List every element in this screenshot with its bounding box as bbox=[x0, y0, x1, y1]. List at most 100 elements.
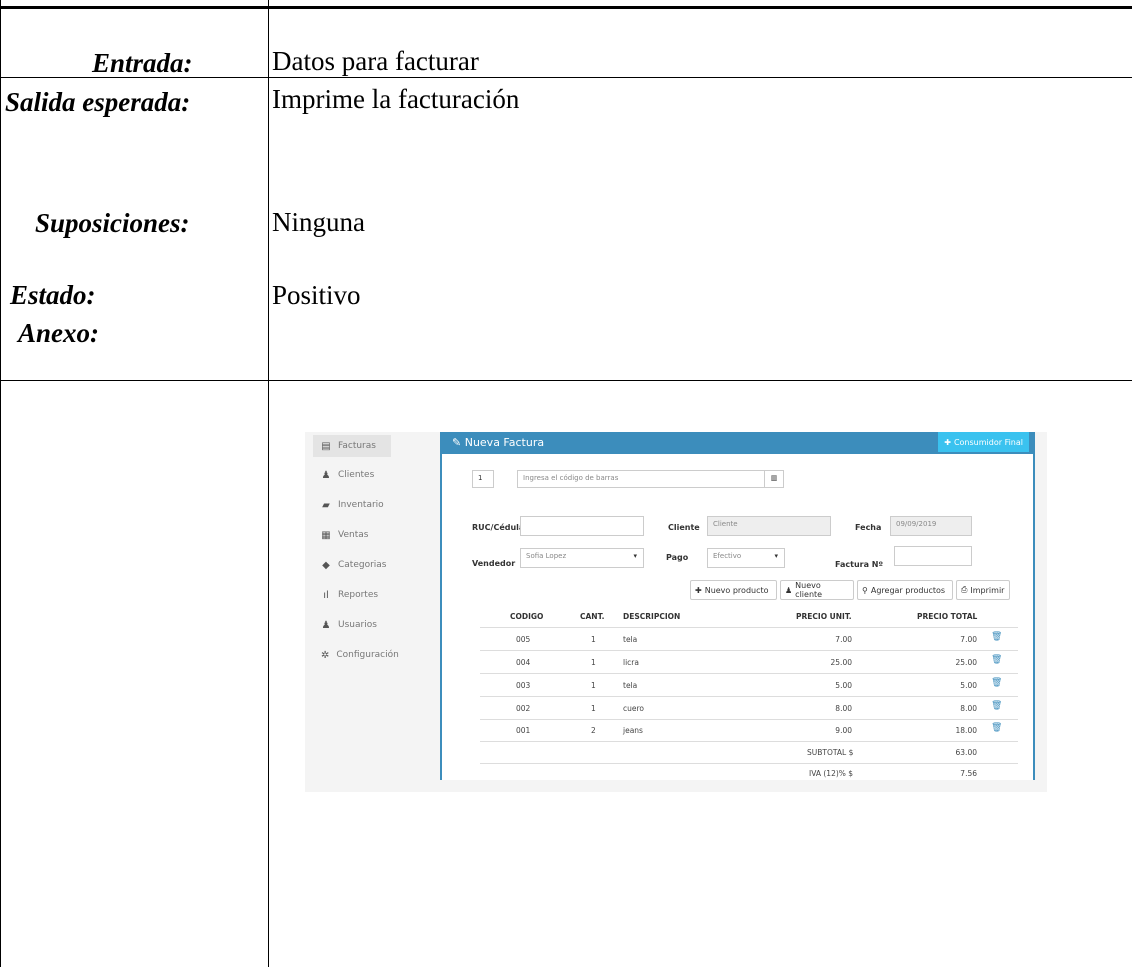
trash-icon[interactable]: 🗑 bbox=[991, 678, 1002, 688]
chevron-down-icon: ▾ bbox=[774, 552, 778, 560]
subtotal-value: 63.00 bbox=[955, 748, 977, 757]
vendedor-value: Sofia Lopez bbox=[526, 552, 567, 560]
user-icon: ♟ bbox=[321, 619, 331, 631]
sidebar-item-label: Ventas bbox=[338, 530, 369, 540]
subtotal-label: SUBTOTAL $ bbox=[807, 748, 854, 757]
barcode-button[interactable]: ▥ bbox=[764, 470, 784, 488]
print-icon: ⎙ bbox=[961, 585, 968, 594]
gear-icon: ✲ bbox=[321, 649, 330, 661]
sidebar-item-usuarios[interactable]: ♟ Usuarios bbox=[313, 614, 391, 636]
cell-unit: 5.00 bbox=[835, 681, 852, 690]
tag-icon: ◆ bbox=[322, 559, 330, 571]
cliente-label: Cliente bbox=[668, 523, 700, 532]
plus-icon: ✚ bbox=[944, 437, 951, 447]
sidebar-item-label: Inventario bbox=[338, 500, 384, 510]
edit-icon: ✎ bbox=[452, 436, 465, 449]
row-divider bbox=[480, 741, 1018, 742]
iva-value: 7.56 bbox=[960, 769, 977, 778]
table-icon: ▦ bbox=[321, 529, 331, 541]
sidebar-item-label: Reportes bbox=[338, 590, 379, 600]
factura-input[interactable] bbox=[894, 546, 972, 566]
pago-label: Pago bbox=[666, 553, 689, 562]
panel-title-text: Nueva Factura bbox=[464, 436, 545, 449]
plus-icon: ✚ bbox=[695, 585, 702, 595]
vendedor-label: Vendedor bbox=[472, 559, 516, 568]
quantity-input[interactable]: 1 bbox=[472, 470, 494, 488]
consumidor-final-button[interactable]: ✚ Consumidor Final bbox=[938, 432, 1029, 452]
panel-header: ✎ Nueva Factura ✚ Consumidor Final bbox=[442, 432, 1033, 454]
agregar-productos-button[interactable]: ⚲ Agregar productos bbox=[857, 580, 953, 600]
sidebar-item-label: Clientes bbox=[338, 470, 375, 480]
sidebar-item-label: Categorias bbox=[338, 560, 387, 570]
cell-codigo: 004 bbox=[516, 658, 531, 667]
row-divider bbox=[480, 696, 1018, 697]
column-divider bbox=[268, 0, 269, 967]
chart-icon: ıl bbox=[323, 589, 329, 601]
cliente-input[interactable]: Cliente bbox=[707, 516, 831, 536]
column-header: PRECIO UNIT. bbox=[796, 612, 852, 621]
trash-icon[interactable]: 🗑 bbox=[991, 655, 1002, 665]
estado-value: Positivo bbox=[272, 280, 361, 310]
trash-icon[interactable]: 🗑 bbox=[991, 701, 1002, 711]
cell-cant: 1 bbox=[591, 681, 596, 690]
cell-unit: 7.00 bbox=[835, 635, 852, 644]
imprimir-label: Imprimir bbox=[970, 585, 1005, 595]
table-top-border bbox=[0, 6, 1132, 9]
cell-unit: 8.00 bbox=[835, 704, 852, 713]
sidebar-item-label: Facturas bbox=[338, 441, 376, 451]
barcode-input[interactable]: Ingresa el código de barras bbox=[517, 470, 767, 488]
user-icon: ♟ bbox=[321, 469, 331, 481]
factura-label: Factura Nº bbox=[835, 560, 883, 569]
salida-value: Imprime la facturación bbox=[272, 84, 520, 114]
nuevo-cliente-button[interactable]: ♟ Nuevo cliente bbox=[780, 580, 854, 600]
cell-desc: jeans bbox=[623, 726, 643, 735]
sidebar-item-configuracion[interactable]: ✲ Configuración bbox=[313, 644, 399, 666]
fecha-input[interactable]: 09/09/2019 bbox=[890, 516, 972, 536]
cell-total: 7.00 bbox=[960, 635, 977, 644]
agregar-productos-label: Agregar productos bbox=[870, 585, 946, 595]
cell-codigo: 001 bbox=[516, 726, 531, 735]
sidebar-item-ventas[interactable]: ▦ Ventas bbox=[313, 524, 391, 546]
ruc-label: RUC/Cédula bbox=[472, 523, 525, 532]
sidebar-item-inventario[interactable]: ▰ Inventario bbox=[313, 494, 391, 516]
column-header: CODIGO bbox=[510, 612, 544, 621]
column-header: PRECIO TOTAL bbox=[917, 612, 978, 621]
user-icon: ♟ bbox=[785, 585, 793, 595]
column-header: CANT. bbox=[580, 612, 605, 621]
fecha-label: Fecha bbox=[855, 523, 882, 532]
cell-total: 18.00 bbox=[955, 726, 977, 735]
sidebar-item-facturas[interactable]: ▤ Facturas bbox=[313, 435, 391, 457]
row-divider bbox=[480, 763, 1018, 764]
cell-desc: tela bbox=[623, 635, 638, 644]
panel-title: ✎ Nueva Factura bbox=[452, 436, 544, 449]
entrada-label: Entrada: bbox=[92, 48, 193, 78]
consumidor-final-label: Consumidor Final bbox=[953, 437, 1023, 447]
imprimir-button[interactable]: ⎙ Imprimir bbox=[956, 580, 1010, 600]
cell-codigo: 003 bbox=[516, 681, 531, 690]
salida-label: Salida esperada: bbox=[5, 87, 191, 117]
sidebar-item-label: Configuración bbox=[336, 650, 399, 660]
search-icon: ⚲ bbox=[862, 585, 868, 595]
sidebar-item-label: Usuarios bbox=[338, 620, 377, 630]
cell-desc: cuero bbox=[623, 704, 644, 713]
row-divider bbox=[480, 719, 1018, 720]
nuevo-producto-button[interactable]: ✚ Nuevo producto bbox=[690, 580, 777, 600]
suposiciones-label: Suposiciones: bbox=[35, 208, 190, 238]
nuevo-cliente-label: Nuevo cliente bbox=[795, 581, 823, 599]
pago-select[interactable]: Efectivo ▾ bbox=[707, 548, 785, 568]
vendedor-select[interactable]: Sofia Lopez ▾ bbox=[520, 548, 644, 568]
cell-cant: 1 bbox=[591, 704, 596, 713]
sidebar-item-categorias[interactable]: ◆ Categorias bbox=[313, 554, 391, 576]
cell-cant: 2 bbox=[591, 726, 596, 735]
trash-icon[interactable]: 🗑 bbox=[991, 632, 1002, 642]
cell-codigo: 005 bbox=[516, 635, 531, 644]
trash-icon[interactable]: 🗑 bbox=[991, 723, 1002, 733]
table-left-border bbox=[0, 0, 1, 967]
ruc-input[interactable] bbox=[520, 516, 644, 536]
sidebar-item-reportes[interactable]: ıl Reportes bbox=[313, 584, 391, 606]
cell-cant: 1 bbox=[591, 635, 596, 644]
row-divider bbox=[480, 673, 1018, 674]
column-header: DESCRIPCION bbox=[623, 612, 681, 621]
cell-unit: 9.00 bbox=[835, 726, 852, 735]
sidebar-item-clientes[interactable]: ♟ Clientes bbox=[313, 464, 391, 486]
